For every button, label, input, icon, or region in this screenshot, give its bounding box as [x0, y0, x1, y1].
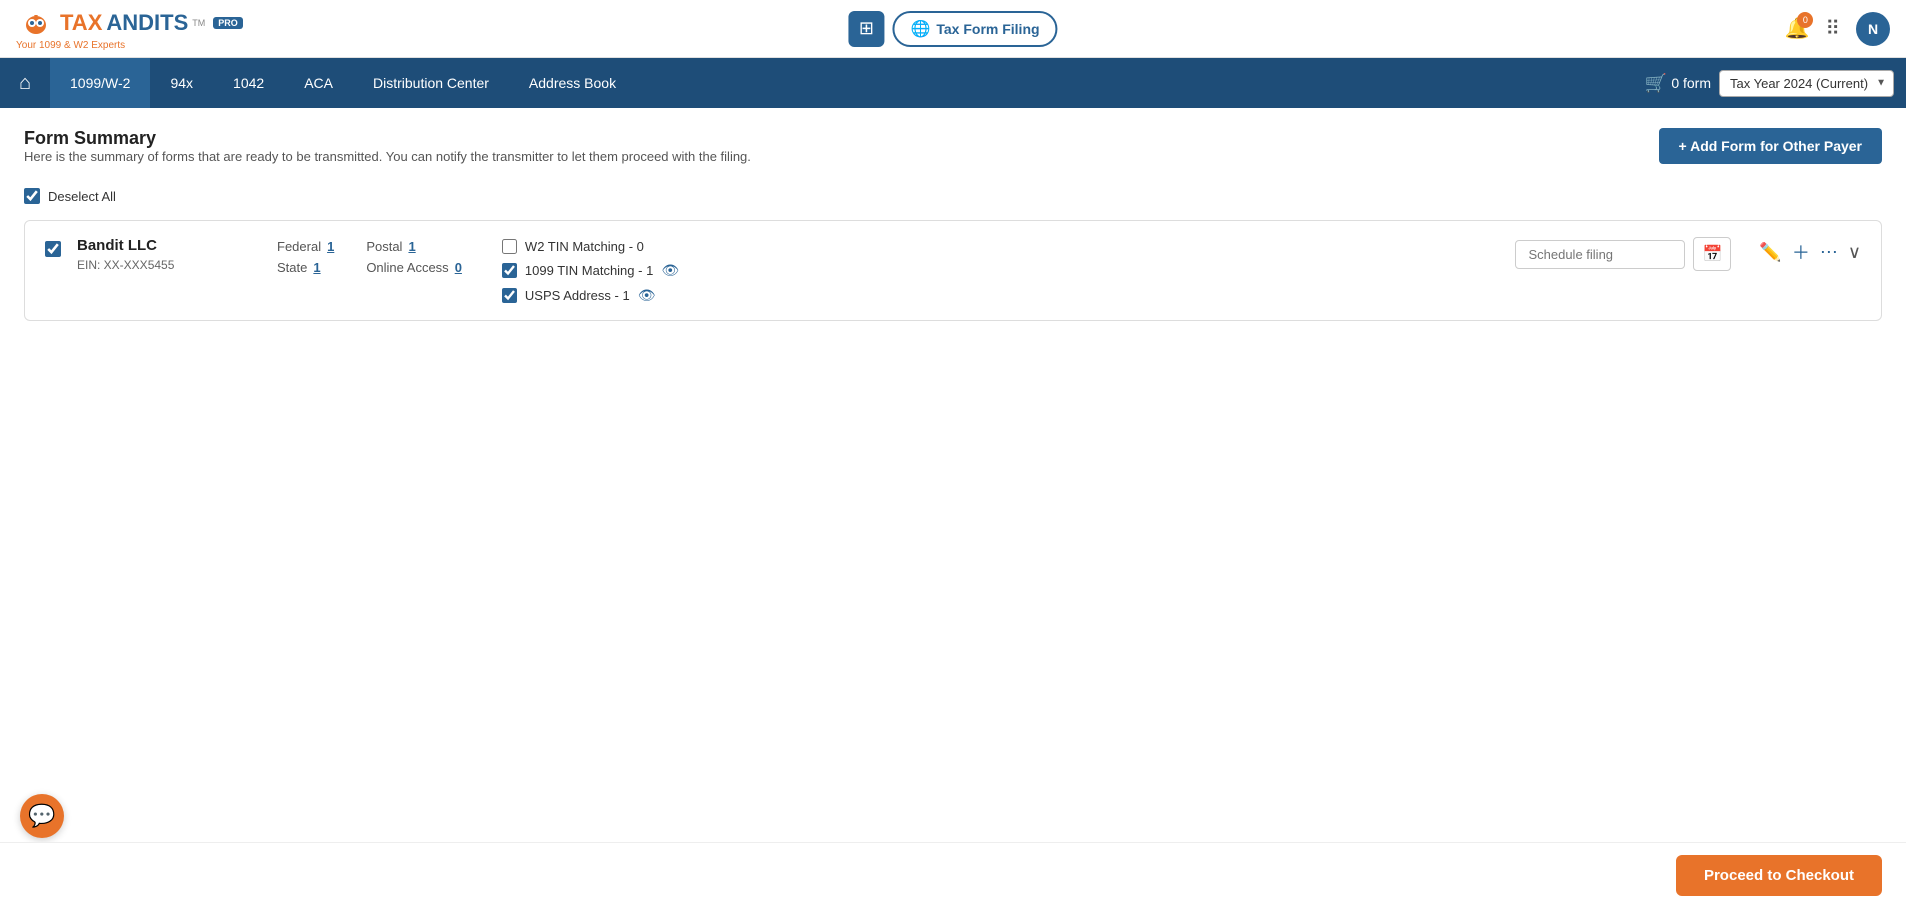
add-button[interactable]: ＋	[1792, 239, 1810, 265]
page-header-left: Form Summary Here is the summary of form…	[24, 128, 751, 180]
online-access-label: Online Access	[366, 260, 448, 275]
expand-button[interactable]: ∨	[1848, 242, 1861, 263]
w2-tin-checkbox[interactable]	[502, 239, 517, 254]
online-access-value[interactable]: 0	[455, 260, 462, 275]
checkout-button[interactable]: Proceed to Checkout	[1676, 855, 1882, 896]
stat-federal: Federal 1	[277, 239, 334, 254]
usps-address-label: USPS Address - 1	[525, 288, 630, 303]
nav-right: 🛒 0 form Tax Year 2024 (Current) Tax Yea…	[1645, 70, 1906, 97]
stat-group-right: Postal 1 Online Access 0	[366, 239, 462, 275]
logo-andits: ANDITS	[106, 10, 188, 36]
postal-label: Postal	[366, 239, 402, 254]
payer-options: W2 TIN Matching - 0 1099 TIN Matching - …	[502, 239, 679, 304]
payer-name: Bandit LLC	[77, 237, 237, 254]
payer-card: Bandit LLC EIN: XX-XXX5455 Federal 1 Sta…	[24, 220, 1882, 321]
more-options-button[interactable]: ⋯	[1820, 242, 1838, 263]
nav-item-94x[interactable]: 94x	[150, 58, 213, 108]
nav-item-address-book[interactable]: Address Book	[509, 58, 636, 108]
globe-icon: 🌐	[910, 19, 930, 39]
owl-logo-icon	[20, 7, 52, 39]
tax-form-filing-label: Tax Form Filing	[936, 21, 1039, 37]
deselect-all-checkbox[interactable]	[24, 188, 40, 204]
cart-count: 0 form	[1671, 75, 1711, 91]
payer-stats: Federal 1 State 1 Postal 1 Online Access…	[277, 239, 462, 275]
bottom-bar: Proceed to Checkout	[0, 842, 1906, 908]
avatar[interactable]: N	[1856, 12, 1890, 46]
tax-year-wrapper: Tax Year 2024 (Current) Tax Year 2023 Ta…	[1719, 70, 1894, 97]
stat-state: State 1	[277, 260, 334, 275]
apps-button[interactable]: ⠿	[1825, 16, 1840, 41]
grid-button[interactable]: ⊞	[848, 11, 884, 47]
cart-button[interactable]: 🛒 0 form	[1645, 73, 1711, 94]
nav-item-1099-w2[interactable]: 1099/W-2	[50, 58, 150, 108]
payer-checkbox[interactable]	[45, 241, 61, 257]
usps-address-eye-icon[interactable]: 👁	[638, 287, 656, 304]
1099-tin-eye-icon[interactable]: 👁	[661, 262, 679, 279]
schedule-filing-input[interactable]	[1515, 240, 1685, 269]
nav-item-aca[interactable]: ACA	[284, 58, 353, 108]
w2-tin-label: W2 TIN Matching - 0	[525, 239, 644, 254]
logo-tm: TM	[192, 18, 205, 28]
nav-item-distribution-center[interactable]: Distribution Center	[353, 58, 509, 108]
header-right: 🔔 0 ⠿ N	[1784, 12, 1890, 46]
state-value[interactable]: 1	[313, 260, 320, 275]
option-w2-tin: W2 TIN Matching - 0	[502, 239, 679, 254]
edit-button[interactable]: ✏️	[1759, 242, 1781, 263]
calendar-button[interactable]: 📅	[1693, 237, 1731, 271]
nav-item-1042[interactable]: 1042	[213, 58, 284, 108]
1099-tin-checkbox[interactable]	[502, 263, 517, 278]
federal-value[interactable]: 1	[327, 239, 334, 254]
state-label: State	[277, 260, 307, 275]
payer-ein: EIN: XX-XXX5455	[77, 258, 237, 272]
1099-tin-label: 1099 TIN Matching - 1	[525, 263, 653, 278]
page-header: Form Summary Here is the summary of form…	[24, 128, 1882, 180]
home-nav-button[interactable]: ⌂	[0, 58, 50, 108]
federal-label: Federal	[277, 239, 321, 254]
chat-bubble[interactable]: 💬	[20, 794, 64, 838]
header-center: ⊞ 🌐 Tax Form Filing	[848, 11, 1057, 47]
cart-icon: 🛒	[1645, 73, 1667, 94]
main-content: Form Summary Here is the summary of form…	[0, 108, 1906, 908]
logo-tax: TAX	[60, 10, 102, 36]
tax-form-filing-button[interactable]: 🌐 Tax Form Filing	[892, 11, 1057, 47]
stat-online-access: Online Access 0	[366, 260, 462, 275]
page-title: Form Summary	[24, 128, 751, 149]
notification-badge: 0	[1797, 12, 1813, 28]
nav-bar: ⌂ 1099/W-2 94x 1042 ACA Distribution Cen…	[0, 58, 1906, 108]
payer-actions: ✏️ ＋ ⋯ ∨	[1759, 239, 1861, 265]
payer-info: Bandit LLC EIN: XX-XXX5455	[77, 237, 237, 272]
logo-tagline: Your 1099 & W2 Experts	[16, 40, 125, 51]
page-description: Here is the summary of forms that are re…	[24, 149, 751, 164]
postal-value[interactable]: 1	[408, 239, 415, 254]
usps-address-checkbox[interactable]	[502, 288, 517, 303]
add-form-button[interactable]: + Add Form for Other Payer	[1659, 128, 1882, 164]
option-usps-address: USPS Address - 1 👁	[502, 287, 679, 304]
option-1099-tin: 1099 TIN Matching - 1 👁	[502, 262, 679, 279]
deselect-row: Deselect All	[24, 188, 1882, 204]
stat-group-left: Federal 1 State 1	[277, 239, 334, 275]
pro-badge: PRO	[213, 17, 243, 29]
tax-year-select[interactable]: Tax Year 2024 (Current) Tax Year 2023 Ta…	[1719, 70, 1894, 97]
deselect-all-label[interactable]: Deselect All	[48, 189, 116, 204]
logo-main: TAX ANDITS TM PRO	[16, 7, 243, 39]
logo-area: TAX ANDITS TM PRO Your 1099 & W2 Experts	[16, 7, 243, 51]
schedule-area: 📅	[1515, 237, 1731, 271]
notification-button[interactable]: 🔔 0	[1784, 16, 1809, 41]
stat-postal: Postal 1	[366, 239, 462, 254]
top-header: TAX ANDITS TM PRO Your 1099 & W2 Experts…	[0, 0, 1906, 58]
